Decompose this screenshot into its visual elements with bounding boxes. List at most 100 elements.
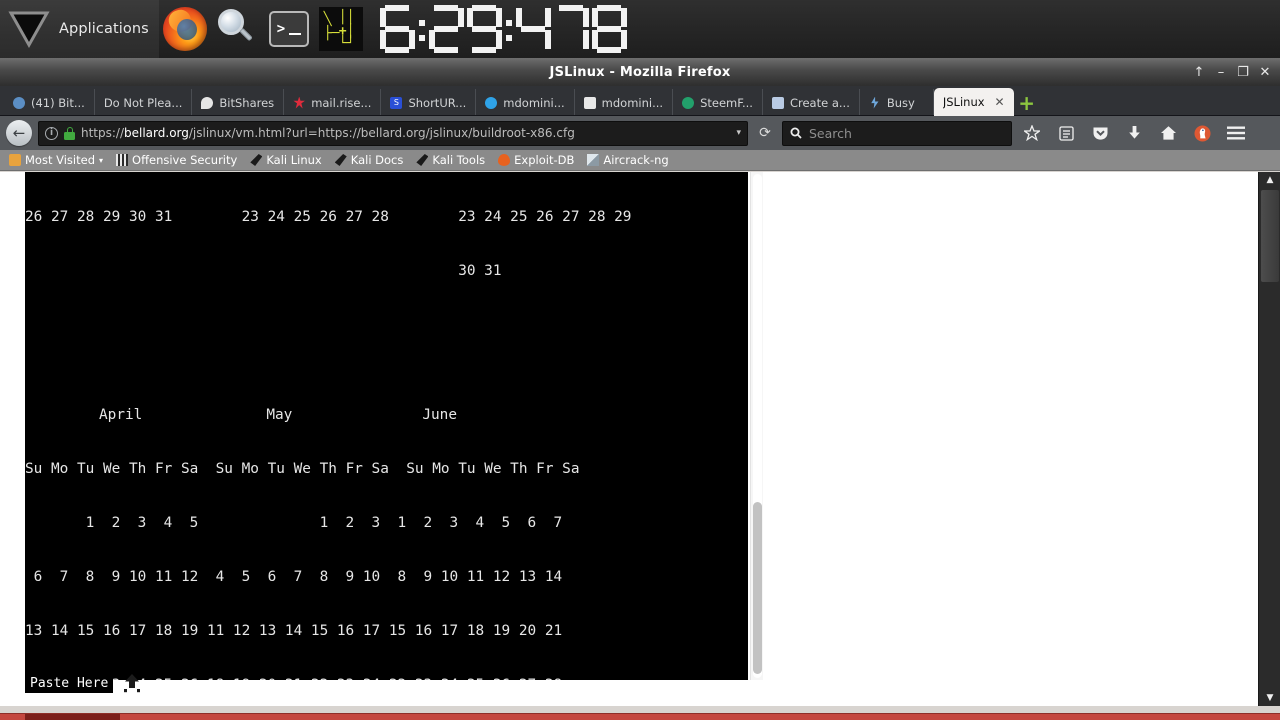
month-title-april: April [99, 407, 143, 423]
upload-arrow-icon[interactable] [121, 673, 143, 693]
bookmark-kali-docs[interactable]: Kali Docs [330, 152, 409, 168]
restore-button[interactable]: ❐ [1232, 58, 1254, 86]
page-scrollbar-thumb[interactable] [1261, 190, 1279, 282]
duckduckgo-icon[interactable] [1188, 119, 1216, 147]
clock-colon-1 [417, 4, 428, 54]
url-bar[interactable]: i https://bellard.org/jslinux/vm.html?ur… [38, 120, 748, 146]
browser-tab-active[interactable]: JSLinux ✕ [933, 88, 1014, 116]
taskbar-strip [0, 713, 1280, 720]
reload-button[interactable]: ⟳ [754, 121, 776, 146]
tab-label: ShortUR... [408, 95, 467, 110]
pocket-icon[interactable] [1086, 119, 1114, 147]
tab-strip: (41) Bit... Do Not Plea... BitShares mai… [0, 86, 1280, 116]
scrollbar-thumb[interactable] [753, 502, 762, 674]
window-titlebar[interactable]: JSLinux - Mozilla Firefox ↑ – ❐ ✕ [0, 58, 1280, 86]
chevron-down-icon[interactable]: ▾ [736, 128, 741, 138]
clock-digit-min-tens [428, 4, 465, 54]
terminal-icon: > [268, 11, 309, 47]
browser-tab[interactable]: (41) Bit... [4, 89, 95, 116]
exploitdb-flame-icon [498, 154, 511, 166]
page-vertical-scrollbar[interactable]: ▲ ▼ [1258, 172, 1280, 706]
browser-tab[interactable]: S ShortUR... [381, 89, 477, 116]
url-domain: bellard.org [124, 126, 189, 140]
search-input[interactable]: Search [782, 120, 1012, 146]
shorturl-icon: S [390, 96, 403, 109]
offsec-icon [116, 154, 129, 166]
browser-tab[interactable]: BitShares [192, 89, 285, 116]
steemfest-icon [682, 96, 695, 109]
steem-icon [583, 96, 596, 109]
applications-menu-label: Applications [59, 21, 149, 37]
terminal-line: 30 31 [25, 263, 502, 279]
applications-menu-button[interactable]: Applications [0, 0, 159, 58]
minimize-button[interactable]: – [1210, 58, 1232, 86]
scroll-up-arrow-icon[interactable]: ▲ [1259, 172, 1280, 188]
dos-launcher[interactable]: ╲ ││ ├─ +│ └┘ [315, 0, 367, 58]
home-icon[interactable] [1154, 119, 1182, 147]
tab-label: (41) Bit... [31, 95, 85, 110]
magnifier-launcher[interactable] [211, 0, 263, 58]
month-title-june: June [422, 407, 457, 423]
bookmark-star-icon[interactable] [1018, 119, 1046, 147]
browser-tab[interactable]: mdomini... [575, 89, 674, 116]
bookmark-exploit-db[interactable]: Exploit-DB [493, 152, 579, 168]
browser-tab[interactable]: mail.rise... [284, 89, 382, 116]
navigation-toolbar: ← i https://bellard.org/jslinux/vm.html?… [0, 116, 1280, 150]
browser-tab[interactable]: Busy [860, 89, 934, 116]
search-placeholder: Search [809, 125, 852, 141]
close-button[interactable]: ✕ [1254, 58, 1276, 86]
tab-close-icon[interactable]: ✕ [995, 95, 1005, 109]
tab-label: mdomini... [503, 95, 565, 110]
clock-colon-2 [504, 4, 515, 54]
new-tab-button[interactable]: + [1014, 89, 1040, 116]
aircrack-icon [587, 154, 600, 166]
kali-dragon-icon [334, 154, 347, 166]
bookmark-label: Aircrack-ng [603, 153, 669, 167]
menu-hamburger-icon[interactable] [1222, 119, 1250, 147]
bookmark-kali-linux[interactable]: Kali Linux [245, 152, 326, 168]
chevron-down-icon[interactable]: ▾ [99, 156, 103, 165]
folder-star-icon [9, 154, 21, 166]
month-title-may: May [266, 407, 293, 423]
magnifier-icon [216, 8, 258, 50]
browser-tab[interactable]: mdomini... [476, 89, 575, 116]
vm-vertical-scrollbar[interactable] [750, 172, 763, 680]
back-button[interactable]: ← [6, 120, 32, 146]
bookmark-label: Kali Docs [350, 153, 404, 167]
site-info-icon[interactable]: i [45, 126, 58, 140]
bookmark-label: Offensive Security [132, 153, 238, 167]
downloads-icon[interactable] [1120, 119, 1148, 147]
terminal-launcher[interactable]: > [263, 0, 315, 58]
reader-list-icon[interactable] [1052, 119, 1080, 147]
week-row: 13 14 15 16 17 18 19 11 12 13 14 15 16 17… [25, 623, 563, 639]
bookmark-label: Kali Linux [266, 153, 322, 167]
paste-here-button[interactable]: Paste Here [25, 675, 114, 693]
kali-dragon-icon [250, 154, 263, 166]
tab-label: JSLinux [942, 95, 985, 109]
bookmark-offensive-security[interactable]: Offensive Security [111, 152, 242, 168]
steem-icon [771, 96, 784, 109]
bookmark-aircrack-ng[interactable]: Aircrack-ng [582, 152, 673, 168]
browser-tab[interactable]: Do Not Plea... [95, 89, 193, 116]
week-row: 1 2 3 4 5 1 2 3 1 2 3 4 5 6 7 [25, 515, 563, 531]
browser-tab[interactable]: SteemF... [673, 89, 763, 116]
firefox-icon [162, 7, 207, 51]
tab-label: Busy [886, 95, 915, 110]
weekday-header-row: Su Mo Tu We Th Fr Sa Su Mo Tu We Th Fr S… [25, 461, 580, 477]
browser-tab[interactable]: Create a... [763, 89, 860, 116]
bookmark-kali-tools[interactable]: Kali Tools [411, 152, 490, 168]
tab-label: SteemF... [700, 95, 753, 110]
page-content: 26 27 28 29 30 31 23 24 25 26 27 28 23 2… [0, 172, 1280, 706]
quarter-month-titles: April May June [25, 406, 748, 424]
week-row: 6 7 8 9 10 11 12 4 5 6 7 8 9 10 8 9 10 1… [25, 569, 563, 585]
tab-label: mdomini... [601, 95, 664, 110]
taskbar-active-item[interactable] [25, 714, 120, 720]
jslinux-terminal[interactable]: 26 27 28 29 30 31 23 24 25 26 27 28 23 2… [25, 172, 748, 680]
shade-button[interactable]: ↑ [1188, 58, 1210, 86]
scroll-down-arrow-icon[interactable]: ▼ [1259, 690, 1280, 706]
url-text: https://bellard.org/jslinux/vm.html?url=… [81, 126, 730, 140]
bookmarks-toolbar: Most Visited ▾ Offensive Security Kali L… [0, 150, 1280, 171]
bookmark-most-visited[interactable]: Most Visited ▾ [4, 152, 108, 168]
firefox-launcher[interactable] [159, 0, 211, 58]
clock-digit-partial [591, 4, 628, 54]
